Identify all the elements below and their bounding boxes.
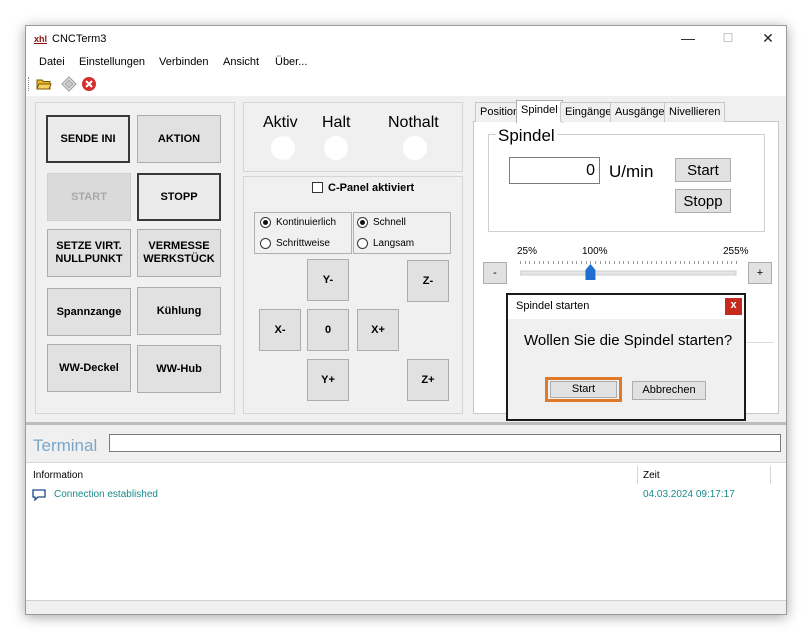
x-plus-button[interactable]: X+ [357,309,399,351]
maximize-button[interactable]: ☐ [708,26,748,52]
stop-circle-icon[interactable] [81,76,97,92]
log-header [26,463,786,484]
spindel-stopp-button[interactable]: Stopp [675,189,731,213]
schrittweise-radio[interactable] [260,238,271,249]
stopp-button[interactable]: STOPP [137,173,221,221]
aktiv-label: Aktiv [263,114,298,131]
aktiv-led [271,136,295,160]
window-title: CNCTerm3 [52,33,107,45]
minimize-button[interactable]: — [668,26,708,52]
nothalt-led [403,136,427,160]
menu-verbinden[interactable]: Verbinden [159,56,209,68]
terminal-input[interactable] [109,434,781,452]
dialog-message: Wollen Sie die Spindel starten? [524,332,733,349]
langsam-radio[interactable] [357,238,368,249]
aktion-button[interactable]: AKTION [137,115,221,163]
slider-thumb [585,264,596,280]
menu-einstellungen[interactable]: Einstellungen [79,56,145,68]
spindle-override-slider[interactable] [520,256,738,282]
splitter[interactable] [26,422,786,425]
halt-label: Halt [322,114,351,131]
menu-datei[interactable]: Datei [39,56,65,68]
kontinuierlich-radio[interactable] [260,217,271,228]
y-minus-button[interactable]: Y- [307,259,349,301]
tab-nivellieren[interactable]: Nivellieren [664,102,726,122]
rpm-unit-label: U/min [609,162,654,181]
y-plus-button[interactable]: Y+ [307,359,349,401]
tab-eingaenge[interactable]: Eingänge [560,102,617,122]
open-folder-icon[interactable] [36,77,52,91]
vermesse-werkstueck-button[interactable]: VERMESSE WERKSTÜCK [137,229,221,277]
tab-strip: Position Spindel Eingänge Ausgänge Nivel… [475,100,775,123]
schnell-radio[interactable] [357,217,368,228]
override-plus-button[interactable]: + [748,262,772,284]
log-column-info[interactable]: Information [33,470,83,481]
zero-button[interactable]: 0 [307,309,349,351]
tab-spindel[interactable]: Spindel [516,100,563,123]
toolbar [26,72,786,96]
spindel-start-dialog: Spindel starten x Wollen Sie die Spindel… [506,293,746,421]
slider-track [520,270,737,276]
dialog-close-button[interactable]: x [725,298,742,315]
log-row-time[interactable]: 04.03.2024 09:17:17 [643,489,735,500]
log-column-divider-end [770,466,771,484]
start-button[interactable]: START [47,173,131,221]
halt-led [324,136,348,160]
spindel-start-button[interactable]: Start [675,158,731,182]
z-minus-button[interactable]: Z- [407,260,449,302]
override-minus-button[interactable]: - [483,262,507,284]
main-window: xhl CNCTerm3 — ☐ ✕ Datei Einstellungen V… [25,25,787,615]
setze-nullpunkt-button[interactable]: SETZE VIRT. NULLPUNKT [47,229,131,277]
app-logo: xhl [34,34,48,44]
menu-bar: Datei Einstellungen Verbinden Ansicht Üb… [26,52,786,72]
dialog-start-button[interactable]: Start [550,381,617,398]
menu-ueber[interactable]: Über... [275,56,307,68]
cpanel-checkbox[interactable] [312,182,323,193]
sende-ini-button[interactable]: SENDE INI [46,115,130,163]
toolbar-grip [28,77,30,91]
z-plus-button[interactable]: Z+ [407,359,449,401]
schrittweise-label: Schrittweise [276,238,330,249]
spannzange-button[interactable]: Spannzange [47,288,131,336]
tab-ausgaenge[interactable]: Ausgänge [610,102,670,122]
cpanel-label: C-Panel aktiviert [328,182,415,194]
x-minus-button[interactable]: X- [259,309,301,351]
spindel-group-title: Spindel [496,126,557,146]
ww-hub-button[interactable]: WW-Hub [137,345,221,393]
slider-ticks [520,261,737,264]
log-row-info[interactable]: Connection established [54,489,158,500]
log-column-time[interactable]: Zeit [643,470,660,481]
menu-ansicht[interactable]: Ansicht [223,56,259,68]
rpm-input[interactable]: 0 [509,157,600,184]
nothalt-label: Nothalt [388,114,439,131]
schnell-label: Schnell [373,217,406,228]
terminal-label: Terminal [33,436,98,455]
langsam-label: Langsam [373,238,415,249]
log-column-divider [637,466,638,484]
kuehlung-button[interactable]: Kühlung [137,287,221,335]
chat-bubble-icon [32,489,46,501]
title-bar[interactable]: xhl CNCTerm3 — ☐ ✕ [26,26,786,52]
diamond-icon[interactable] [61,76,77,92]
kontinuierlich-label: Kontinuierlich [276,217,337,228]
dialog-cancel-button[interactable]: Abbrechen [632,381,706,400]
ww-deckel-button[interactable]: WW-Deckel [47,344,131,392]
status-bar [26,600,786,614]
close-window-button[interactable]: ✕ [748,26,786,52]
dialog-title: Spindel starten [516,300,590,312]
